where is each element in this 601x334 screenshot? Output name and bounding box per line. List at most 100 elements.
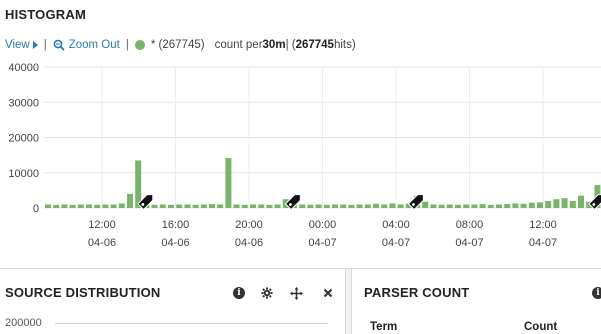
y-tick-label: 40000 — [8, 62, 39, 74]
histogram-bar[interactable] — [200, 204, 207, 208]
histogram-bar[interactable] — [397, 204, 404, 208]
histogram-bar[interactable] — [209, 204, 215, 208]
x-tick-date: 04-07 — [455, 237, 483, 249]
summary-suffix: hits) — [333, 39, 356, 51]
histogram-bar[interactable] — [102, 204, 109, 208]
histogram-bar[interactable] — [233, 204, 240, 208]
move-icon[interactable] — [290, 287, 303, 300]
y-tick-label: 20000 — [8, 133, 39, 145]
histogram-bar[interactable] — [110, 204, 117, 208]
histogram-bar[interactable] — [53, 204, 60, 208]
histogram-bar[interactable] — [381, 204, 388, 208]
histogram-bar[interactable] — [151, 204, 158, 208]
close-icon[interactable] — [323, 288, 333, 298]
y-tick-label: 10000 — [8, 168, 39, 180]
histogram-bar[interactable] — [69, 204, 76, 208]
histogram-bar[interactable] — [504, 204, 511, 208]
histogram-bar[interactable] — [332, 204, 338, 208]
source-distribution-y-label: 200000 — [5, 317, 42, 329]
histogram-bar[interactable] — [496, 204, 502, 208]
histogram-bar[interactable] — [455, 204, 461, 208]
histogram-bar[interactable] — [266, 204, 273, 208]
histogram-bar[interactable] — [553, 199, 560, 208]
x-tick-time: 04:00 — [382, 219, 410, 231]
x-tick-time: 00:00 — [309, 219, 337, 231]
histogram-bar[interactable] — [520, 203, 527, 208]
histogram-bar[interactable] — [438, 204, 445, 208]
histogram-bar[interactable] — [274, 204, 281, 208]
histogram-bar[interactable] — [537, 202, 543, 208]
histogram-bar[interactable] — [299, 204, 306, 208]
histogram-bar[interactable] — [561, 198, 568, 208]
x-tick-date: 04-06 — [161, 237, 189, 249]
x-tick-date: 04-07 — [382, 237, 410, 249]
histogram-bar[interactable] — [348, 204, 355, 208]
view-label: View — [5, 39, 30, 51]
histogram-bar[interactable] — [340, 204, 347, 208]
column-header-term[interactable]: Term — [370, 321, 397, 333]
histogram-bar[interactable] — [512, 203, 519, 208]
info-icon[interactable]: i — [233, 287, 245, 299]
histogram-bar[interactable] — [45, 204, 51, 208]
parser-count-title: PARSER COUNT — [364, 285, 470, 300]
histogram-bar[interactable] — [430, 204, 437, 208]
histogram-title: HISTOGRAM — [5, 7, 87, 22]
x-tick-time: 20:00 — [235, 219, 263, 231]
x-tick-time: 16:00 — [162, 219, 190, 231]
zoom-out-label: Zoom Out — [68, 39, 120, 51]
histogram-bar[interactable] — [422, 201, 429, 208]
source-distribution-title: SOURCE DISTRIBUTION — [5, 285, 161, 300]
histogram-bar[interactable] — [258, 204, 265, 208]
series-legend-dot[interactable] — [134, 40, 145, 50]
histogram-bar[interactable] — [307, 204, 314, 208]
histogram-bar[interactable] — [463, 204, 470, 208]
zoom-out-button[interactable]: Zoom Out — [53, 39, 120, 51]
x-tick-date: 04-07 — [308, 237, 336, 249]
histogram-bar[interactable] — [471, 204, 478, 208]
histogram-bar[interactable] — [356, 204, 363, 208]
view-menu[interactable]: View — [5, 39, 38, 51]
histogram-bar[interactable] — [184, 204, 191, 208]
histogram-bar[interactable] — [241, 204, 248, 208]
histogram-bar[interactable] — [77, 204, 84, 208]
column-header-count[interactable]: Count — [524, 321, 557, 333]
histogram-bar[interactable] — [61, 204, 68, 208]
histogram-bar[interactable] — [127, 193, 133, 208]
histogram-bar[interactable] — [250, 204, 256, 208]
y-tick-label: 30000 — [8, 97, 39, 109]
histogram-bar[interactable] — [159, 204, 166, 208]
histogram-bar[interactable] — [389, 203, 396, 208]
histogram-bar[interactable] — [446, 204, 453, 208]
histogram-bar[interactable] — [323, 204, 330, 208]
histogram-bar[interactable] — [315, 204, 322, 208]
histogram-bar[interactable] — [487, 204, 494, 208]
y-tick-label: 0 — [33, 203, 39, 215]
magnifier-icon — [53, 39, 65, 51]
histogram-bar[interactable] — [578, 195, 584, 208]
histogram-bar[interactable] — [479, 204, 486, 208]
x-tick-time: 12:00 — [88, 219, 116, 231]
gear-icon[interactable] — [261, 287, 273, 299]
histogram-bar[interactable] — [364, 204, 371, 208]
histogram-bar[interactable] — [118, 203, 125, 208]
histogram-bar[interactable] — [176, 204, 183, 208]
histogram-bar[interactable] — [545, 200, 552, 208]
info-icon[interactable]: i — [592, 287, 601, 299]
histogram-toolbar: View | Zoom Out | * (267745) count per 3… — [5, 37, 356, 53]
histogram-chart[interactable]: 40000 30000 20000 10000 0 12:00 04-06 16:00 04-0… — [0, 55, 601, 265]
x-tick-time: 08:00 — [456, 219, 484, 231]
toolbar-divider: | — [125, 39, 129, 51]
summary-hits: 267745 — [295, 39, 334, 51]
toolbar-divider: | — [43, 39, 47, 51]
histogram-bar[interactable] — [569, 200, 576, 208]
histogram-bar[interactable] — [373, 203, 379, 208]
histogram-bar[interactable] — [217, 204, 224, 208]
histogram-bar[interactable] — [192, 204, 199, 208]
caret-right-icon — [32, 40, 38, 49]
histogram-bar[interactable] — [86, 204, 92, 208]
histogram-bar[interactable] — [225, 157, 232, 208]
histogram-bar[interactable] — [94, 204, 101, 208]
summary-mid: | ( — [285, 39, 296, 51]
histogram-bar[interactable] — [168, 204, 174, 208]
histogram-bar[interactable] — [528, 202, 535, 208]
